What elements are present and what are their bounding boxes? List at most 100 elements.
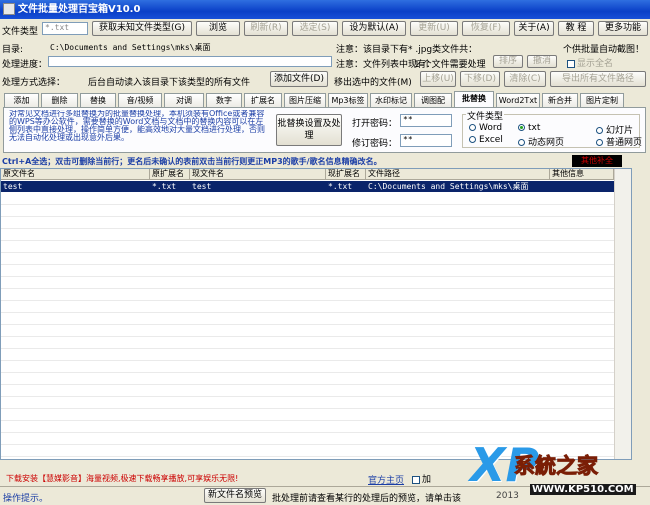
grid-row-line bbox=[1, 217, 615, 229]
jpg-count-notice: 注意：该目录下有* .jpg类文件共： bbox=[336, 45, 478, 55]
about-button[interactable]: 关于(A) bbox=[514, 21, 554, 36]
grid-row-line bbox=[1, 241, 615, 253]
tab-3[interactable]: 替换 bbox=[80, 93, 116, 107]
tab-15[interactable]: 图片定制 bbox=[580, 93, 624, 107]
method-label: 处理方式选择： bbox=[2, 78, 66, 88]
get-unknown-type-button[interactable]: 获取未知文件类型(G) bbox=[92, 21, 192, 36]
tutorial-button[interactable]: 教 程 bbox=[558, 21, 594, 36]
file-type-option[interactable]: Excel bbox=[469, 135, 503, 145]
grid-row-line bbox=[1, 193, 615, 205]
option-label: txt bbox=[528, 123, 541, 133]
refresh-button[interactable]: 刷新(R) bbox=[244, 21, 288, 36]
column-header[interactable]: 原文件名 bbox=[1, 169, 150, 180]
tab-10[interactable]: 水印标记 bbox=[370, 93, 412, 107]
checkbox-box bbox=[567, 59, 575, 68]
grid-row-line bbox=[1, 253, 615, 265]
grid-row-line bbox=[1, 265, 615, 277]
window-title: 文件批量处理百宝箱V10.0 bbox=[18, 4, 141, 15]
open-password-input[interactable]: ** bbox=[400, 114, 452, 127]
tab-2[interactable]: 删除 bbox=[41, 93, 78, 107]
grid-row-line bbox=[1, 421, 615, 433]
grid-row-line bbox=[1, 361, 615, 373]
remove-selected-button[interactable]: 移出选中的文件(M) bbox=[334, 75, 412, 88]
show-fullname-checkbox[interactable]: 显示全名 bbox=[567, 56, 613, 69]
file-type-option[interactable]: Word bbox=[469, 123, 502, 133]
grid-row-line bbox=[1, 337, 615, 349]
select-button[interactable]: 选定(S) bbox=[292, 21, 338, 36]
grid-row-line bbox=[1, 289, 615, 301]
grid-row-line bbox=[1, 229, 615, 241]
tab-9[interactable]: Mp3标签 bbox=[328, 93, 368, 107]
file-type-label: 文件类型 bbox=[2, 27, 39, 37]
app-icon bbox=[3, 3, 15, 15]
move-up-button[interactable]: 上移(U) bbox=[420, 71, 456, 87]
column-header[interactable]: 原扩展名 bbox=[150, 169, 190, 180]
table-cell: *.txt bbox=[152, 182, 177, 191]
add-checkbox-label: 加 bbox=[422, 475, 432, 485]
add-checkbox[interactable]: 加 bbox=[412, 472, 431, 485]
set-default-button[interactable]: 设为默认(A) bbox=[342, 21, 406, 36]
grid-row-line bbox=[1, 277, 615, 289]
update-button[interactable]: 更新(U) bbox=[410, 21, 458, 36]
batch-replace-panel: 对常见文档进行多组替换为的批量替换处理，本机须装有Office或者兼容的WPS等… bbox=[3, 107, 646, 153]
modify-password-input[interactable]: ** bbox=[400, 134, 452, 147]
tab-13[interactable]: Word2Txt bbox=[496, 93, 540, 107]
recover-button[interactable]: 恢复(F) bbox=[462, 21, 510, 36]
progress-label: 处理进度： bbox=[2, 60, 48, 70]
radio-icon bbox=[469, 136, 476, 143]
tab-12[interactable]: 批替换 bbox=[454, 91, 494, 108]
tab-4[interactable]: 音/视频 bbox=[118, 93, 162, 107]
grid-row-line bbox=[1, 409, 615, 421]
panel-description: 对常见文档进行多组替换为的批量替换处理，本机须装有Office或者兼容的WPS等… bbox=[9, 110, 265, 142]
option-label: Excel bbox=[479, 135, 503, 145]
other-badge[interactable]: 其他补全 bbox=[572, 155, 622, 167]
batch-settings-button[interactable]: 批替换设置及处 理 bbox=[276, 114, 342, 146]
file-list-table[interactable] bbox=[0, 168, 632, 460]
tab-5[interactable]: 对调 bbox=[164, 93, 204, 107]
clear-button[interactable]: 清除(C) bbox=[504, 71, 546, 87]
tab-1[interactable]: 添加 bbox=[4, 93, 39, 107]
column-header[interactable]: 其他信息 bbox=[550, 169, 614, 180]
watermark-url: WWW.KP510.COM bbox=[530, 484, 636, 495]
add-file-button[interactable]: 添加文件(D) bbox=[270, 71, 328, 87]
radio-icon bbox=[518, 139, 525, 146]
file-type-select[interactable]: *.txt bbox=[42, 22, 88, 35]
preview-button[interactable]: 新文件名预览 bbox=[204, 488, 266, 503]
vertical-scrollbar[interactable] bbox=[614, 169, 631, 459]
tab-6[interactable]: 数字 bbox=[206, 93, 242, 107]
option-label: 动态网页 bbox=[528, 138, 565, 148]
table-cell bbox=[550, 181, 614, 192]
tab-7[interactable]: 扩展名 bbox=[244, 93, 282, 107]
official-homepage-link[interactable]: 官方主页 bbox=[368, 473, 404, 486]
grid-row-line bbox=[1, 313, 615, 325]
tab-8[interactable]: 图片压缩 bbox=[284, 93, 326, 107]
grid-row-line bbox=[1, 373, 615, 385]
file-type-option[interactable]: 普通网页 bbox=[596, 135, 642, 148]
more-features-button[interactable]: 更多功能 bbox=[598, 21, 648, 36]
column-header[interactable]: 文件路径 bbox=[366, 169, 550, 180]
browse-button[interactable]: 浏览 bbox=[196, 21, 240, 36]
checkbox-label: 显示全名 bbox=[577, 59, 614, 69]
table-cell: test bbox=[3, 182, 23, 191]
export-paths-button[interactable]: 导出所有文件路径 bbox=[550, 71, 646, 87]
file-type-option[interactable]: 动态网页 bbox=[518, 135, 564, 148]
column-header[interactable]: 现文件名 bbox=[190, 169, 326, 180]
tab-14[interactable]: 新合并 bbox=[542, 93, 578, 107]
undo-button[interactable]: 撤消 bbox=[527, 55, 557, 68]
column-header[interactable]: 现扩展名 bbox=[326, 169, 366, 180]
watermark-logo: XP 系統之家 WWW.KP510.COM bbox=[470, 440, 646, 502]
grid-row-line bbox=[1, 325, 615, 337]
option-label: 普通网页 bbox=[606, 138, 643, 148]
title-bar: 文件批量处理百宝箱V10.0 bbox=[0, 0, 650, 19]
table-cell: test bbox=[192, 182, 212, 191]
file-type-option[interactable]: txt bbox=[518, 123, 540, 133]
move-down-button[interactable]: 下移(D) bbox=[460, 71, 500, 87]
table-cell: C:\Documents and Settings\mks\桌面 bbox=[368, 182, 529, 191]
option-label: Word bbox=[479, 123, 503, 133]
promo-link[interactable]: 下载安装【慧媒影音】海量视频,极速下载畅享播放,可享娱乐无限! bbox=[6, 473, 238, 484]
sort-button[interactable]: 排序 bbox=[493, 55, 523, 68]
add-checkbox-box bbox=[412, 475, 420, 484]
tab-11[interactable]: 调图配 bbox=[414, 93, 452, 107]
auto-read-text: 后台自动读入该目录下该类型的所有文件 bbox=[88, 78, 251, 88]
file-type-group-label: 文件类型 bbox=[466, 109, 505, 122]
